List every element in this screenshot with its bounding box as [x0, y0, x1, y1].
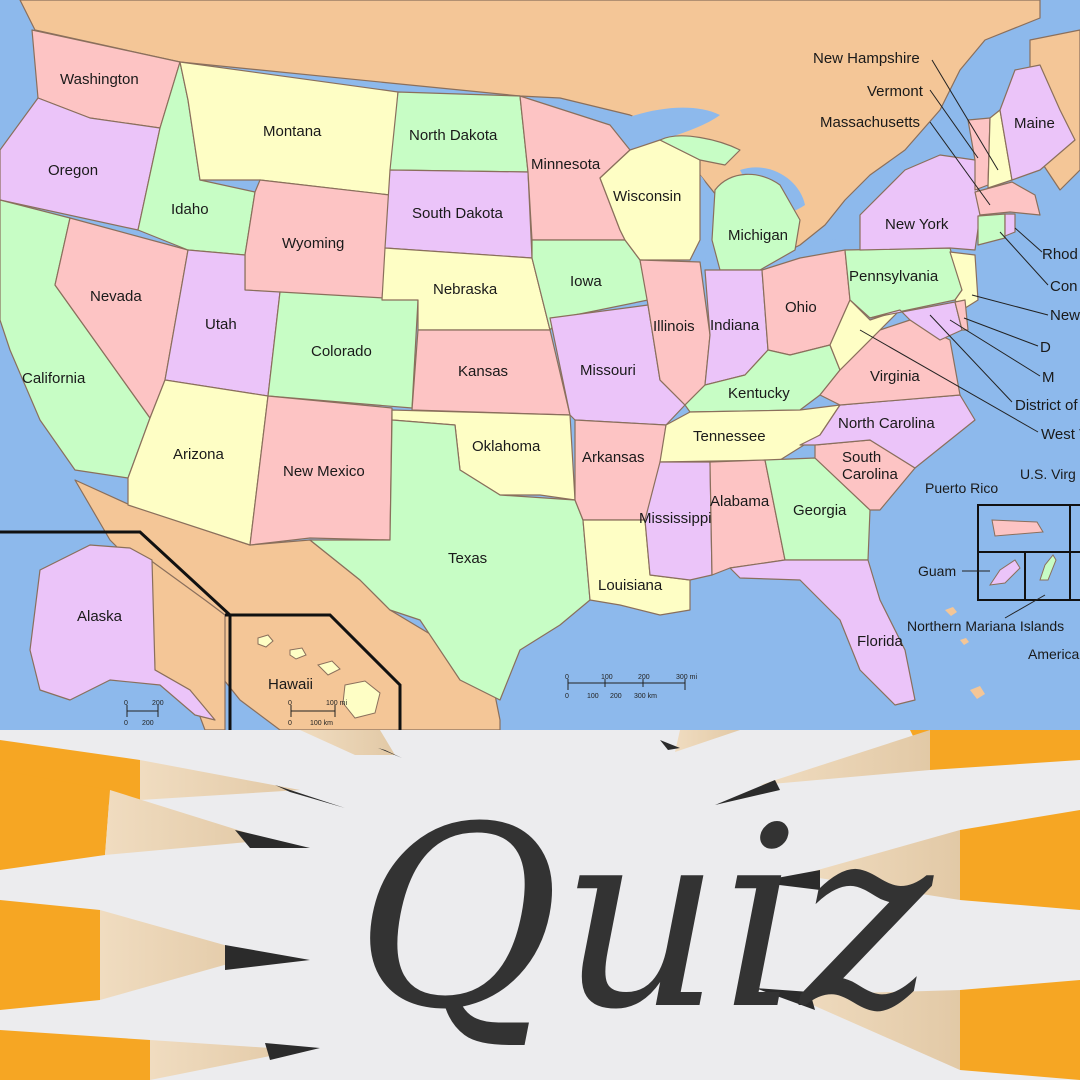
label-delaware: D	[1040, 339, 1051, 356]
label-louisiana: Louisiana	[598, 577, 663, 594]
label-oklahoma: Oklahoma	[472, 438, 541, 455]
scale-hawaii-mi-100: 100 mi	[326, 700, 347, 707]
state-rhode-island	[1004, 213, 1016, 237]
label-north-carolina: North Carolina	[838, 415, 935, 432]
label-north-dakota: North Dakota	[409, 127, 498, 144]
label-oregon: Oregon	[48, 162, 98, 179]
label-idaho: Idaho	[171, 201, 209, 218]
label-minnesota: Minnesota	[531, 156, 601, 173]
label-georgia: Georgia	[793, 502, 847, 519]
label-nevada: Nevada	[90, 288, 142, 305]
label-california: California	[22, 370, 86, 387]
label-iowa: Iowa	[570, 273, 602, 290]
label-puerto-rico: Puerto Rico	[925, 480, 998, 496]
scale-main-km-300: 300 km	[634, 693, 657, 700]
label-new-mexico: New Mexico	[283, 463, 365, 480]
quiz-title: Quiz	[355, 773, 934, 1064]
scale-alaska-km-0: 0	[124, 720, 128, 727]
scale-hawaii-km-0: 0	[288, 720, 292, 727]
scale-main-km-0: 0	[565, 693, 569, 700]
label-indiana: Indiana	[710, 317, 760, 334]
label-massachusetts: Massachusetts	[820, 114, 920, 131]
scale-main-mi-200: 200	[638, 674, 650, 681]
us-map: 0 100 200 300 mi 0 100 200 300 km 0 200 …	[0, 0, 1080, 730]
label-west-virginia: West V	[1041, 426, 1080, 443]
label-wyoming: Wyoming	[282, 235, 344, 252]
label-montana: Montana	[263, 123, 322, 140]
label-south-carolina-2: Carolina	[842, 466, 899, 483]
label-hawaii: Hawaii	[268, 676, 313, 693]
label-florida: Florida	[857, 633, 904, 650]
label-ohio: Ohio	[785, 299, 817, 316]
scale-main-km-200: 200	[610, 693, 622, 700]
label-connecticut: Con	[1050, 278, 1078, 295]
label-wisconsin: Wisconsin	[613, 188, 681, 205]
scale-hawaii-mi-0: 0	[288, 700, 292, 707]
label-maryland: M	[1042, 369, 1055, 386]
label-michigan: Michigan	[728, 227, 788, 244]
quiz-banner: Quiz	[0, 730, 1080, 1080]
label-new-hampshire: New Hampshire	[813, 50, 920, 67]
scale-alaska-mi-200: 200	[152, 700, 164, 707]
scale-main-km-100: 100	[587, 693, 599, 700]
label-south-dakota: South Dakota	[412, 205, 504, 222]
label-pennsylvania: Pennsylvania	[849, 268, 939, 285]
label-new-york: New York	[885, 216, 949, 233]
label-utah: Utah	[205, 316, 237, 333]
label-northern-mariana-islands: Northern Mariana Islands	[907, 618, 1064, 634]
label-mississippi: Mississippi	[639, 510, 712, 527]
label-new-jersey: New	[1050, 307, 1080, 324]
label-kentucky: Kentucky	[728, 385, 790, 402]
label-alabama: Alabama	[710, 493, 770, 510]
label-tennessee: Tennessee	[693, 428, 766, 445]
scale-main-mi-100: 100	[601, 674, 613, 681]
label-nebraska: Nebraska	[433, 281, 498, 298]
label-district-of-columbia: District of	[1015, 397, 1078, 414]
scale-hawaii-km-100: 100 km	[310, 720, 333, 727]
label-colorado: Colorado	[311, 343, 372, 360]
label-washington: Washington	[60, 71, 139, 88]
label-missouri: Missouri	[580, 362, 636, 379]
label-virginia: Virginia	[870, 368, 920, 385]
label-rhode-island: Rhod	[1042, 246, 1078, 263]
label-maine: Maine	[1014, 115, 1055, 132]
label-american-samoa: America	[1028, 646, 1080, 662]
label-alaska: Alaska	[77, 608, 123, 625]
label-vermont: Vermont	[867, 83, 924, 100]
label-south-carolina-1: South	[842, 449, 881, 466]
label-texas: Texas	[448, 550, 487, 567]
scale-main-mi-300: 300 mi	[676, 674, 697, 681]
scale-alaska-km-200: 200	[142, 720, 154, 727]
scale-alaska-mi-0: 0	[124, 700, 128, 707]
label-guam: Guam	[918, 563, 956, 579]
label-arizona: Arizona	[173, 446, 225, 463]
label-us-virgin-islands: U.S. Virg	[1020, 466, 1076, 482]
label-illinois: Illinois	[653, 318, 695, 335]
label-arkansas: Arkansas	[582, 449, 645, 466]
label-kansas: Kansas	[458, 363, 508, 380]
scale-main-mi-0: 0	[565, 674, 569, 681]
